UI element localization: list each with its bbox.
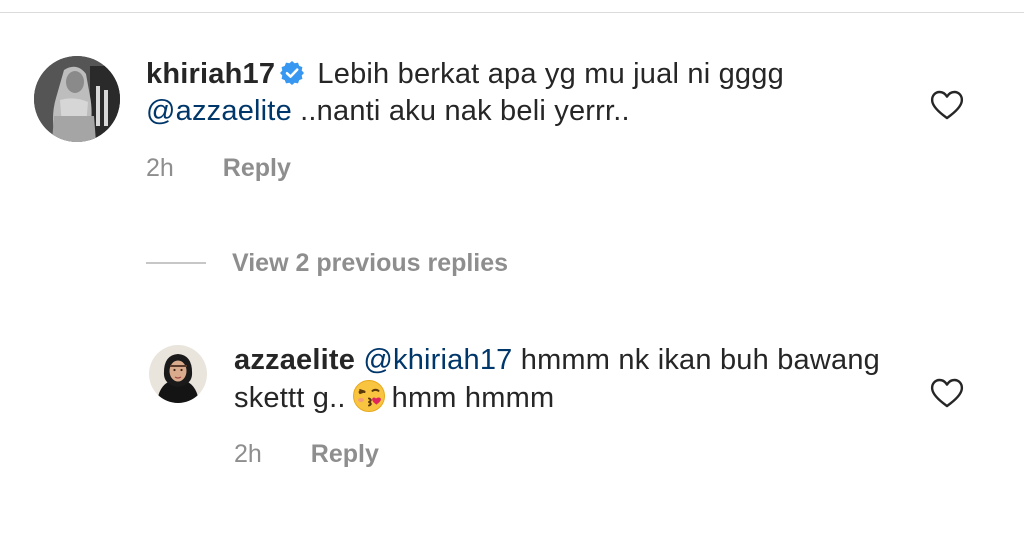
reply-timestamp: 2h: [234, 440, 262, 468]
top-divider: [0, 12, 1024, 13]
view-previous-replies-button[interactable]: View 2 previous replies: [146, 247, 508, 279]
reply-text-part: hmm hmmm: [391, 382, 555, 414]
reply-body: azzaelite @khiriah17 hmmm nk ikan buh ba…: [234, 342, 884, 417]
comment-timestamp: 2h: [146, 154, 174, 182]
face-blowing-kiss-icon: [352, 379, 386, 413]
comment-text-part: ..nanti aku nak beli yerrr..: [300, 95, 630, 127]
view-previous-replies-label: View 2 previous replies: [232, 248, 509, 277]
avatar-khiriah17[interactable]: [34, 56, 120, 142]
reply-button[interactable]: Reply: [223, 153, 291, 183]
avatar-azzaelite[interactable]: [149, 345, 207, 403]
comment-meta: 2h Reply: [146, 153, 291, 183]
like-heart-icon[interactable]: [930, 378, 964, 408]
like-heart-icon[interactable]: [930, 90, 964, 120]
reply-username[interactable]: azzaelite: [234, 344, 355, 376]
verified-badge-icon: [279, 59, 305, 85]
comment-body: khiriah17 Lebih berkat apa yg mu jual ni…: [146, 56, 876, 130]
comment-text-part: Lebih berkat apa yg mu jual ni gggg: [317, 58, 784, 90]
replies-divider-line: [146, 262, 206, 264]
mention-link[interactable]: @khiriah17: [363, 344, 512, 376]
comment-username[interactable]: khiriah17: [146, 58, 275, 90]
reply-button[interactable]: Reply: [311, 439, 379, 469]
mention-link[interactable]: @azzaelite: [146, 95, 292, 127]
reply-meta: 2h Reply: [234, 439, 379, 469]
